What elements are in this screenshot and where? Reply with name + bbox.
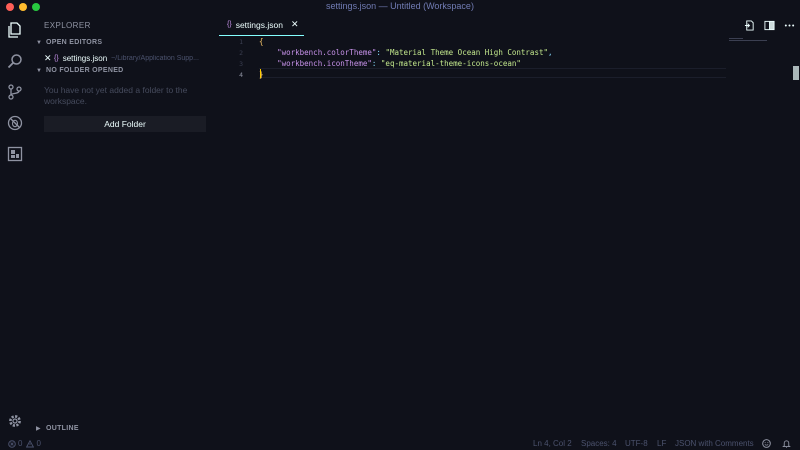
indentation-setting[interactable]: Spaces: 4: [581, 439, 617, 448]
window-title: settings.json — Untitled (Workspace): [326, 1, 474, 11]
close-icon[interactable]: ✕: [291, 19, 299, 30]
chevron-down-icon: ▼: [36, 39, 43, 46]
split-editor-icon: [763, 20, 775, 30]
line-number: 3: [239, 60, 243, 68]
chevron-down-icon: ▼: [36, 67, 43, 74]
activity-bar: [0, 14, 30, 437]
language-mode[interactable]: JSON with Comments: [675, 439, 754, 448]
debug-icon: [7, 115, 23, 131]
more-actions-button[interactable]: [782, 18, 796, 32]
go-to-file-icon: [744, 19, 754, 31]
open-editor-item[interactable]: ✕ {} settings.json ~/Library/Application…: [44, 52, 219, 64]
smiley-icon: [762, 439, 771, 448]
open-editors-section-header[interactable]: ▼ OPEN EDITORS: [36, 39, 102, 46]
json-file-icon: {}: [54, 54, 59, 62]
json-string: "Material Theme Ocean High Contrast": [385, 48, 548, 57]
explorer-sidebar: EXPLORER ▼ OPEN EDITORS ✕ {} settings.js…: [30, 14, 219, 437]
json-string: "eq-material-theme-icons-ocean": [380, 59, 521, 68]
tab-label: settings.json: [235, 19, 283, 30]
line-number: 1: [239, 38, 243, 46]
outline-label: OUTLINE: [46, 425, 79, 432]
minimap[interactable]: [729, 38, 769, 42]
code-editor[interactable]: 1 2 3 4 { "workbench.colorTheme": "Mater…: [219, 36, 800, 437]
extensions-icon: [7, 146, 23, 162]
outline-section-header[interactable]: ▶ OUTLINE: [36, 425, 79, 432]
source-control-activity-button[interactable]: [0, 79, 30, 105]
no-folder-message: You have not yet added a folder to the w…: [44, 85, 188, 106]
problems-indicator[interactable]: 0 0: [8, 439, 41, 448]
json-comma: ,: [548, 48, 553, 57]
open-editor-filename: settings.json: [62, 53, 108, 63]
json-separator: :: [371, 59, 381, 68]
json-key: "workbench.colorTheme": [277, 48, 377, 57]
warning-count: 0: [36, 439, 41, 448]
explorer-activity-button[interactable]: [0, 17, 30, 43]
open-editor-path: ~/Library/Application Supp...: [111, 54, 199, 62]
no-folder-label: NO FOLDER OPENED: [46, 67, 124, 74]
ellipsis-icon: [784, 23, 794, 27]
files-icon: [8, 22, 21, 38]
open-settings-json-button[interactable]: [742, 18, 756, 32]
extensions-activity-button[interactable]: [0, 141, 30, 167]
no-folder-section-header[interactable]: ▼ NO FOLDER OPENED: [36, 67, 124, 74]
debug-activity-button[interactable]: [0, 110, 30, 136]
notifications-button[interactable]: [782, 439, 793, 448]
source-control-icon: [8, 84, 22, 100]
code-line[interactable]: "workbench.colorTheme": "Material Theme …: [259, 48, 553, 57]
json-key: "workbench.iconTheme": [277, 59, 372, 68]
code-line[interactable]: {: [259, 37, 264, 46]
bell-icon: [782, 440, 791, 448]
add-folder-button[interactable]: Add Folder: [44, 116, 206, 132]
open-brace: {: [259, 37, 264, 46]
cursor-position[interactable]: Ln 4, Col 2: [533, 439, 572, 448]
chevron-right-icon: ▶: [36, 426, 41, 432]
text-cursor: [260, 69, 261, 78]
feedback-button[interactable]: [762, 439, 773, 448]
title-bar: settings.json — Untitled (Workspace): [0, 0, 800, 14]
tab-settings-json[interactable]: {} settings.json ✕: [219, 14, 304, 36]
error-count: 0: [18, 439, 23, 448]
manage-settings-button[interactable]: [0, 408, 30, 434]
line-number: 2: [239, 49, 243, 57]
split-editor-button[interactable]: [762, 18, 776, 32]
search-activity-button[interactable]: [0, 48, 30, 74]
warning-icon: [26, 439, 35, 447]
line-number: 4: [239, 71, 243, 79]
file-encoding[interactable]: UTF-8: [625, 439, 648, 448]
vertical-scrollbar[interactable]: [793, 66, 799, 80]
editor-tab-bar: {} settings.json ✕: [219, 14, 800, 36]
error-icon: [8, 439, 16, 448]
code-line[interactable]: "workbench.iconTheme": "eq-material-them…: [259, 59, 521, 68]
status-bar: 0 0 Ln 4, Col 2 Spaces: 4 UTF-8 LF JSON …: [0, 437, 800, 450]
open-editors-label: OPEN EDITORS: [46, 39, 103, 46]
search-icon: [7, 54, 22, 69]
current-line-highlight: [259, 68, 726, 78]
close-icon[interactable]: ✕: [44, 53, 53, 64]
json-file-icon: {}: [227, 21, 232, 28]
sidebar-title: EXPLORER: [44, 21, 91, 30]
gear-icon: [9, 415, 21, 427]
end-of-line[interactable]: LF: [657, 439, 666, 448]
